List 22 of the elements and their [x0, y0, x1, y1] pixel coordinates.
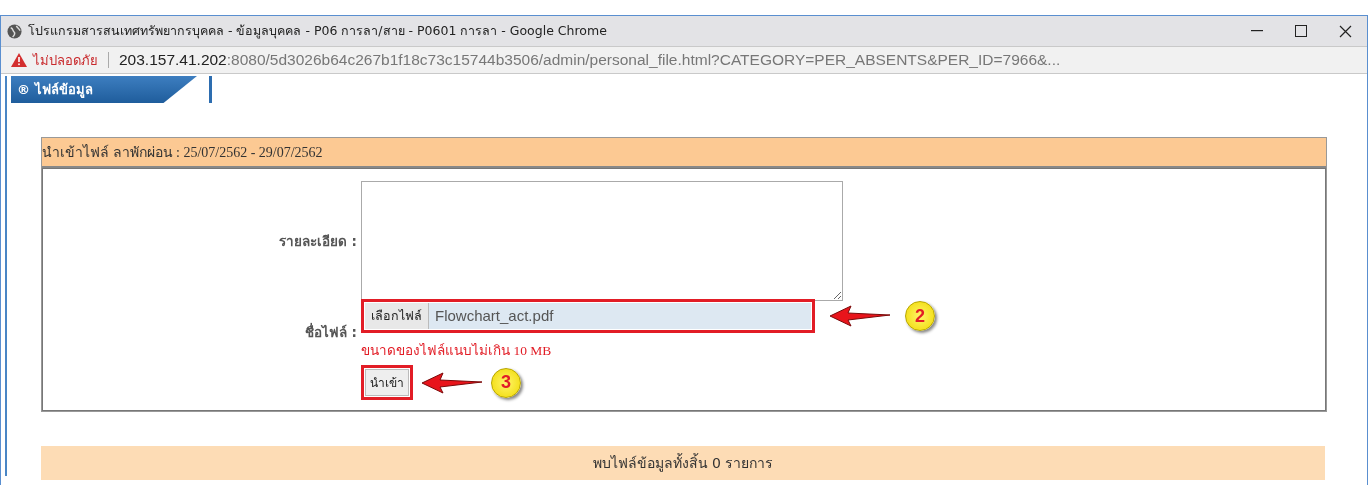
security-label[interactable]: ไม่ปลอดภัย — [33, 49, 98, 71]
minimize-icon[interactable] — [1251, 30, 1263, 32]
file-label: ชื่อไฟล์ : — [303, 322, 358, 342]
step-badge: 3 — [491, 367, 521, 398]
choose-file-button[interactable]: เลือกไฟล์ — [365, 303, 429, 329]
step-badge: 2 — [905, 301, 935, 331]
window-title: โปรแกรมสารสนเทศทรัพยากรบุคคล - ข้อมูลบุคคล - P06 การลา/สาย - P0601 การลา - Google Chrome — [28, 22, 608, 41]
maximize-icon[interactable] — [1295, 25, 1307, 37]
warning-icon — [11, 53, 27, 67]
import-button[interactable]: นำเข้า — [365, 369, 409, 396]
file-name-field: Flowchart_act.pdf — [429, 303, 811, 329]
detail-field[interactable] — [361, 181, 843, 301]
panel-header: นำเข้าไฟล์ ลาพักผ่อน : 25/07/2562 - 29/07/2562 — [42, 138, 1326, 168]
globe-icon — [7, 23, 22, 39]
url-text[interactable]: 203.157.41.202:8080/5d3026b64c267b1f18c73c15744b3506/admin/personal_file.html?CATEGORY=PER_ABSENTS&PER_ID=7966&... — [119, 51, 1061, 69]
close-icon[interactable] — [1338, 24, 1352, 38]
section-tab[interactable]: ® ไฟล์ข้อมูล — [11, 76, 197, 103]
arrow-icon — [829, 305, 891, 327]
file-size-hint: ขนาดของไฟล์แนบไม่เกิน 10 MB — [361, 342, 553, 360]
result-bar: พบไฟล์ข้อมูลทั้งสิ้น 0 รายการ — [41, 446, 1325, 480]
arrow-icon — [421, 371, 483, 394]
detail-label: รายละเอียด : — [277, 232, 358, 251]
